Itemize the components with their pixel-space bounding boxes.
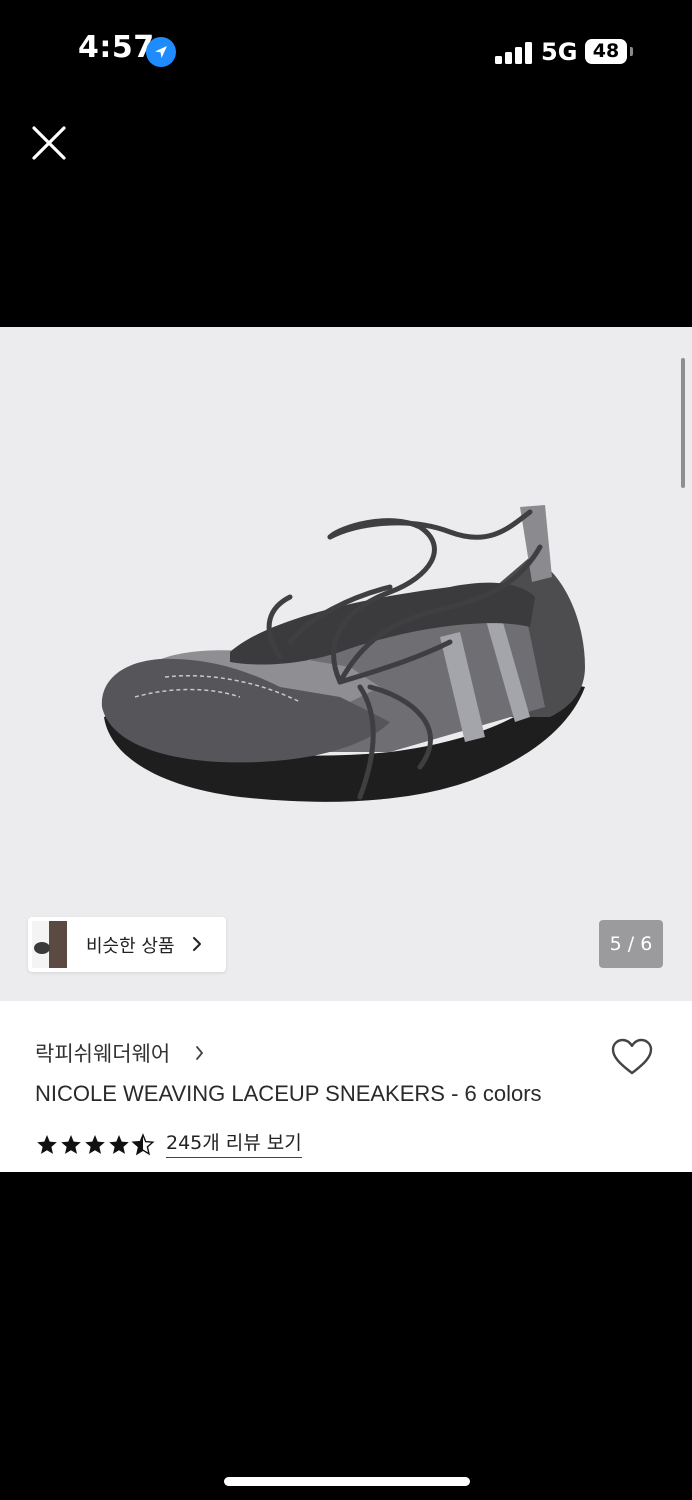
brand-link[interactable]: 락피쉬웨더웨어	[35, 1038, 170, 1068]
status-time: 4:57	[78, 30, 155, 65]
home-indicator	[224, 1477, 470, 1486]
signal-bars-icon	[495, 42, 533, 64]
rating-stars	[37, 1134, 154, 1155]
status-bar: 4:57 5G 48	[0, 0, 692, 100]
similar-product-thumbnail	[32, 921, 67, 968]
star-half-icon	[132, 1134, 154, 1155]
similar-products-button[interactable]: 비슷한 상품	[28, 917, 226, 972]
close-icon	[32, 126, 66, 160]
heart-outline-icon[interactable]	[610, 1037, 654, 1077]
similar-products-label: 비슷한 상품	[86, 936, 175, 957]
location-arrow-icon	[146, 37, 176, 67]
chevron-right-icon	[193, 937, 201, 951]
star-icon	[37, 1135, 57, 1154]
chevron-right-icon[interactable]	[194, 1045, 205, 1061]
battery-icon: 48	[585, 39, 627, 64]
star-icon	[85, 1135, 105, 1154]
product-image-gallery[interactable]: 비슷한 상품 5 / 6	[0, 327, 692, 1001]
star-icon	[109, 1135, 129, 1154]
battery-tip	[630, 47, 633, 56]
battery-level: 48	[592, 40, 620, 62]
product-info-panel: 락피쉬웨더웨어 NICOLE WEAVING LACEUP SNEAKERS -…	[0, 1001, 692, 1172]
product-title: NICOLE WEAVING LACEUP SNEAKERS - 6 color…	[35, 1081, 542, 1106]
scrollbar[interactable]	[681, 358, 685, 488]
review-link[interactable]: 245개 리뷰 보기	[166, 1128, 302, 1158]
image-page-counter: 5 / 6	[599, 920, 663, 968]
network-type: 5G	[541, 38, 578, 66]
close-button[interactable]	[24, 118, 74, 168]
product-image	[101, 505, 585, 802]
star-icon	[61, 1135, 81, 1154]
